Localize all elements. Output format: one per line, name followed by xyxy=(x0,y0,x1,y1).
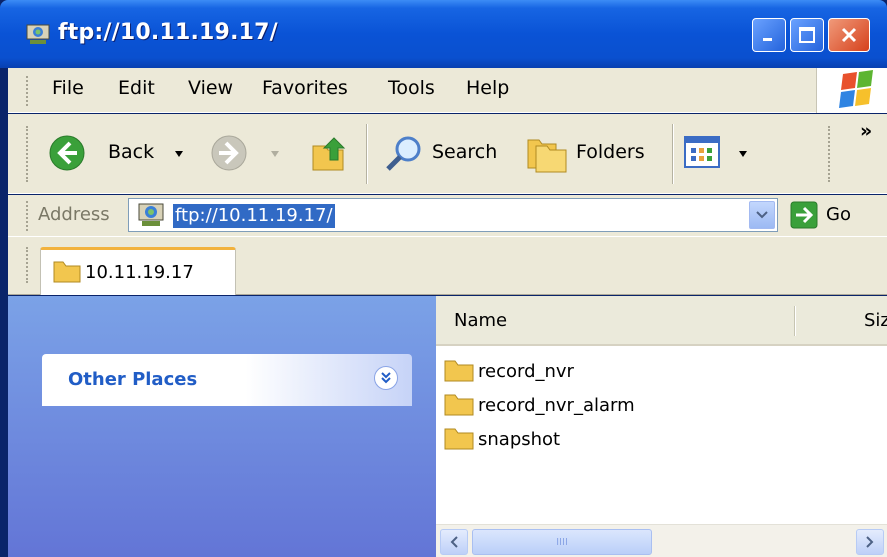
maximize-button[interactable] xyxy=(790,18,824,52)
list-item[interactable]: record_nvr xyxy=(444,354,574,388)
menu-tools[interactable]: Tools xyxy=(388,77,435,99)
toolbar-overflow-chevron[interactable]: » xyxy=(860,120,872,142)
back-label: Back xyxy=(108,141,155,163)
tab-bar: 10.11.19.17 xyxy=(8,237,887,295)
close-button[interactable] xyxy=(828,18,870,52)
standard-toolbar: Back Search Folders » xyxy=(8,114,887,194)
address-dropdown-button[interactable] xyxy=(749,201,775,229)
minimize-icon xyxy=(763,38,772,41)
tab-label: 10.11.19.17 xyxy=(85,262,194,283)
back-arrow-icon xyxy=(49,135,85,171)
toolbar-separator xyxy=(672,124,674,184)
network-drive-icon xyxy=(138,203,164,226)
chevron-left-icon xyxy=(450,536,458,548)
tab-ftp-folder[interactable]: 10.11.19.17 xyxy=(40,247,236,295)
column-header-row: Name Siz xyxy=(436,296,887,346)
toolbar-separator xyxy=(366,124,368,184)
tabbar-grip[interactable] xyxy=(26,247,29,283)
forward-button[interactable] xyxy=(204,132,294,176)
windows-flag-icon xyxy=(839,70,873,108)
forward-dropdown-icon[interactable] xyxy=(270,150,280,158)
back-dropdown-icon[interactable] xyxy=(174,150,184,158)
addressbar-grip[interactable] xyxy=(26,201,29,231)
menu-bar: File Edit View Favorites Tools Help xyxy=(8,68,887,113)
menu-view[interactable]: View xyxy=(188,77,233,99)
scroll-thumb[interactable]: IIII xyxy=(472,529,652,555)
expand-chevron-button[interactable] xyxy=(374,366,398,390)
folders-label: Folders xyxy=(576,141,645,163)
list-item[interactable]: record_nvr_alarm xyxy=(444,388,635,422)
up-folder-button[interactable] xyxy=(306,132,354,176)
other-places-header[interactable]: Other Places xyxy=(42,354,412,406)
up-folder-icon xyxy=(312,137,346,171)
folder-icon xyxy=(444,394,474,416)
file-name: record_nvr_alarm xyxy=(478,394,635,416)
file-name: record_nvr xyxy=(478,360,574,382)
menu-help[interactable]: Help xyxy=(466,77,509,99)
file-name: snapshot xyxy=(478,428,561,450)
column-header-size[interactable]: Siz xyxy=(864,310,887,331)
task-pane: Other Places xyxy=(8,296,436,557)
scroll-right-button[interactable] xyxy=(856,529,884,555)
folder-icon xyxy=(444,428,474,450)
horizontal-scrollbar[interactable]: IIII xyxy=(436,524,887,557)
views-button[interactable] xyxy=(682,134,754,174)
chevron-down-icon xyxy=(756,211,768,219)
column-header-name[interactable]: Name xyxy=(454,310,507,331)
folders-icon xyxy=(527,139,567,173)
scroll-thumb-grip: IIII xyxy=(556,536,568,548)
column-divider[interactable] xyxy=(794,306,796,336)
go-button[interactable]: Go xyxy=(786,199,876,233)
address-input[interactable]: ftp://10.11.19.17/ xyxy=(128,198,778,232)
search-label: Search xyxy=(432,141,498,163)
back-button[interactable]: Back xyxy=(44,132,194,176)
folders-button[interactable]: Folders xyxy=(522,132,662,176)
scroll-left-button[interactable] xyxy=(440,529,468,555)
menu-file[interactable]: File xyxy=(52,77,84,99)
folder-icon xyxy=(444,360,474,382)
views-icon xyxy=(684,136,720,168)
search-button[interactable]: Search xyxy=(382,132,512,176)
maximize-icon xyxy=(799,27,815,43)
file-list: Name Siz record_nvr record_nvr_alarm sna… xyxy=(436,296,887,557)
explorer-window: ftp://10.11.19.17/ File Edit View Favori… xyxy=(0,0,887,557)
other-places-title: Other Places xyxy=(68,369,198,390)
double-chevron-down-icon xyxy=(381,372,391,384)
windows-logo xyxy=(816,68,887,113)
address-bar: Address ftp://10.11.19.17/ Go xyxy=(8,195,887,237)
menu-edit[interactable]: Edit xyxy=(118,77,155,99)
title-bar[interactable]: ftp://10.11.19.17/ xyxy=(0,0,887,68)
window-title: ftp://10.11.19.17/ xyxy=(58,20,278,45)
go-arrow-icon xyxy=(790,201,818,229)
views-dropdown-icon xyxy=(739,151,747,157)
search-icon xyxy=(386,136,421,171)
menu-favorites[interactable]: Favorites xyxy=(262,77,348,99)
list-item[interactable]: snapshot xyxy=(444,422,560,456)
chevron-right-icon xyxy=(866,536,874,548)
toolbar-grip-right[interactable] xyxy=(828,126,831,182)
toolbar-grip[interactable] xyxy=(26,126,29,182)
address-value: ftp://10.11.19.17/ xyxy=(173,204,335,228)
address-label: Address xyxy=(38,204,110,225)
network-drive-icon xyxy=(26,24,50,44)
forward-arrow-icon xyxy=(211,135,247,171)
folder-icon xyxy=(53,261,81,283)
menubar-grip[interactable] xyxy=(26,76,29,106)
minimize-button[interactable] xyxy=(752,18,786,52)
close-icon xyxy=(841,27,857,43)
go-label: Go xyxy=(826,204,851,225)
